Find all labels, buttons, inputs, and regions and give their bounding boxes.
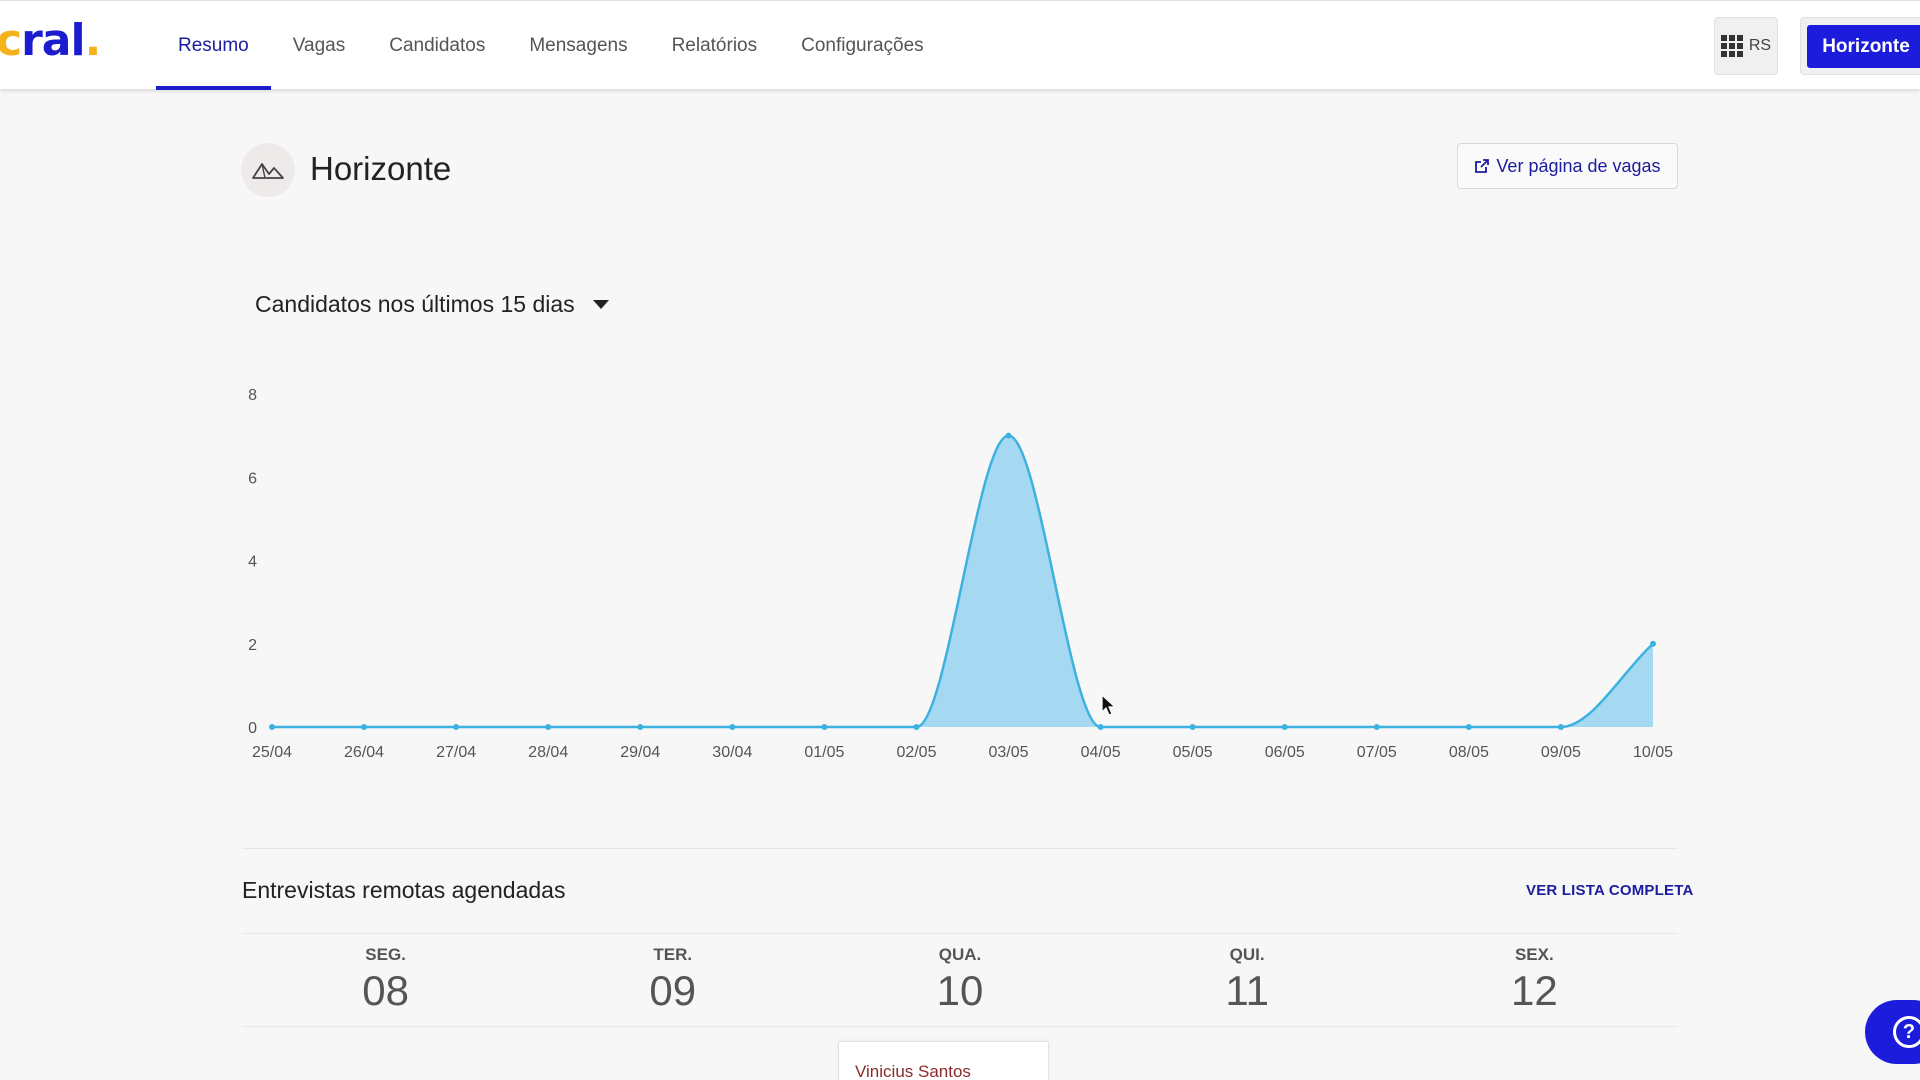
apps-switcher-button[interactable]: RS bbox=[1714, 17, 1778, 75]
x-tick-label: 30/04 bbox=[712, 744, 752, 761]
nav-tab-resumo[interactable]: Resumo bbox=[156, 1, 271, 90]
x-tick-label: 28/04 bbox=[528, 744, 568, 761]
external-link-icon bbox=[1475, 159, 1490, 173]
weekday-date: 11 bbox=[1225, 967, 1269, 1014]
x-tick-label: 02/05 bbox=[896, 744, 936, 761]
x-tick-label: 01/05 bbox=[804, 744, 844, 761]
x-tick-label: 10/05 bbox=[1633, 744, 1673, 761]
weekday-date: 12 bbox=[1510, 967, 1558, 1014]
y-tick-label: 8 bbox=[248, 387, 257, 404]
data-point bbox=[913, 724, 920, 730]
weekday-date: 09 bbox=[649, 967, 697, 1014]
caret-down-icon bbox=[592, 300, 609, 309]
view-full-list-link[interactable]: VER LISTA COMPLETA bbox=[1526, 882, 1694, 899]
data-point bbox=[1465, 724, 1472, 730]
section-divider bbox=[242, 1026, 1678, 1027]
weekday-column[interactable]: QUI. 11 bbox=[1104, 945, 1391, 1015]
data-point bbox=[453, 724, 460, 730]
x-tick-label: 29/04 bbox=[620, 744, 660, 761]
nav-tab-relatorios[interactable]: Relatórios bbox=[650, 1, 780, 90]
view-jobs-page-button[interactable]: Ver página de vagas bbox=[1457, 143, 1678, 189]
x-tick-label: 26/04 bbox=[344, 744, 384, 761]
grid-icon bbox=[1720, 35, 1743, 57]
weekday-column[interactable]: SEG. 08 bbox=[242, 945, 529, 1015]
y-tick-label: 2 bbox=[248, 637, 257, 654]
section-divider bbox=[242, 933, 1678, 934]
x-tick-label: 05/05 bbox=[1173, 744, 1213, 761]
weekday-label: QUA. bbox=[938, 945, 982, 964]
x-tick-label: 03/05 bbox=[989, 744, 1029, 761]
weekday-column[interactable]: SEX. 12 bbox=[1391, 945, 1678, 1015]
weekday-column[interactable]: QUA. 10 bbox=[816, 945, 1103, 1015]
data-point bbox=[729, 724, 736, 730]
weekday-date: 08 bbox=[362, 967, 409, 1014]
company-avatar bbox=[241, 143, 295, 197]
x-tick-label: 04/05 bbox=[1081, 744, 1121, 761]
help-button[interactable]: ? bbox=[1865, 1000, 1920, 1064]
data-point bbox=[1189, 724, 1196, 730]
help-icon: ? bbox=[1893, 1016, 1920, 1048]
x-tick-label: 09/05 bbox=[1541, 744, 1581, 761]
interviews-section-title: Entrevistas remotas agendadas bbox=[242, 877, 566, 903]
y-tick-label: 0 bbox=[248, 720, 257, 737]
data-point bbox=[1005, 432, 1012, 439]
nav-tab-mensagens[interactable]: Mensagens bbox=[507, 1, 649, 90]
data-point bbox=[821, 724, 828, 730]
weekday-label: SEG. bbox=[365, 945, 406, 964]
y-tick-label: 4 bbox=[248, 554, 257, 571]
nav-tab-configuracoes[interactable]: Configurações bbox=[779, 1, 946, 90]
chart-heading-label: Candidatos nos últimos 15 dias bbox=[255, 291, 575, 317]
interview-candidate-name: Vinicius Santos bbox=[855, 1062, 971, 1080]
weekday-header-row: SEG. 08 TER. 09 QUA. 10 QUI. 11 SEX. 12 bbox=[242, 945, 1678, 1015]
data-point bbox=[361, 724, 368, 730]
view-jobs-page-label: Ver página de vagas bbox=[1496, 155, 1661, 176]
weekday-label: SEX. bbox=[1514, 945, 1554, 964]
section-divider bbox=[242, 848, 1678, 849]
chart-period-dropdown[interactable]: Candidatos nos últimos 15 dias bbox=[255, 291, 609, 318]
nav-tab-vagas[interactable]: Vagas bbox=[271, 1, 367, 90]
weekday-label: TER. bbox=[653, 945, 693, 964]
y-tick-label: 6 bbox=[248, 470, 257, 487]
x-tick-label: 27/04 bbox=[436, 744, 476, 761]
candidates-area-chart: 0 2 4 6 8 25/04 26/04 27/04 28/04 29/04 30/04 01/05… bbox=[248, 387, 1673, 761]
data-point bbox=[1281, 724, 1288, 730]
top-navigation-bar: cral. Resumo Vagas Candidatos Mensagens … bbox=[0, 0, 1920, 90]
mouse-cursor-icon bbox=[1101, 694, 1117, 716]
company-label: Horizonte bbox=[1807, 25, 1920, 68]
data-point bbox=[637, 724, 644, 730]
page-title: Horizonte bbox=[310, 150, 452, 187]
data-point bbox=[269, 724, 275, 730]
interview-card[interactable]: Vinicius Santos bbox=[838, 1041, 1049, 1080]
data-point bbox=[1097, 724, 1104, 730]
data-point bbox=[1373, 724, 1380, 730]
x-tick-label: 08/05 bbox=[1449, 744, 1489, 761]
x-tick-label: 06/05 bbox=[1265, 744, 1305, 761]
weekday-label: QUI. bbox=[1229, 945, 1265, 964]
brand-logo[interactable]: cral. bbox=[0, 15, 101, 66]
nav-tab-candidatos[interactable]: Candidatos bbox=[367, 1, 507, 90]
data-point bbox=[1650, 640, 1656, 647]
data-point bbox=[1557, 724, 1564, 730]
company-switcher-button[interactable]: Horizonte bbox=[1800, 17, 1920, 75]
main-nav: Resumo Vagas Candidatos Mensagens Relató… bbox=[156, 1, 946, 90]
weekday-date: 10 bbox=[936, 967, 984, 1014]
data-point bbox=[545, 724, 552, 730]
x-tick-label: 25/04 bbox=[252, 744, 292, 761]
x-tick-label: 07/05 bbox=[1357, 744, 1397, 761]
mountain-icon bbox=[252, 163, 284, 179]
weekday-column[interactable]: TER. 09 bbox=[529, 945, 816, 1015]
user-initials: RS bbox=[1748, 37, 1772, 54]
